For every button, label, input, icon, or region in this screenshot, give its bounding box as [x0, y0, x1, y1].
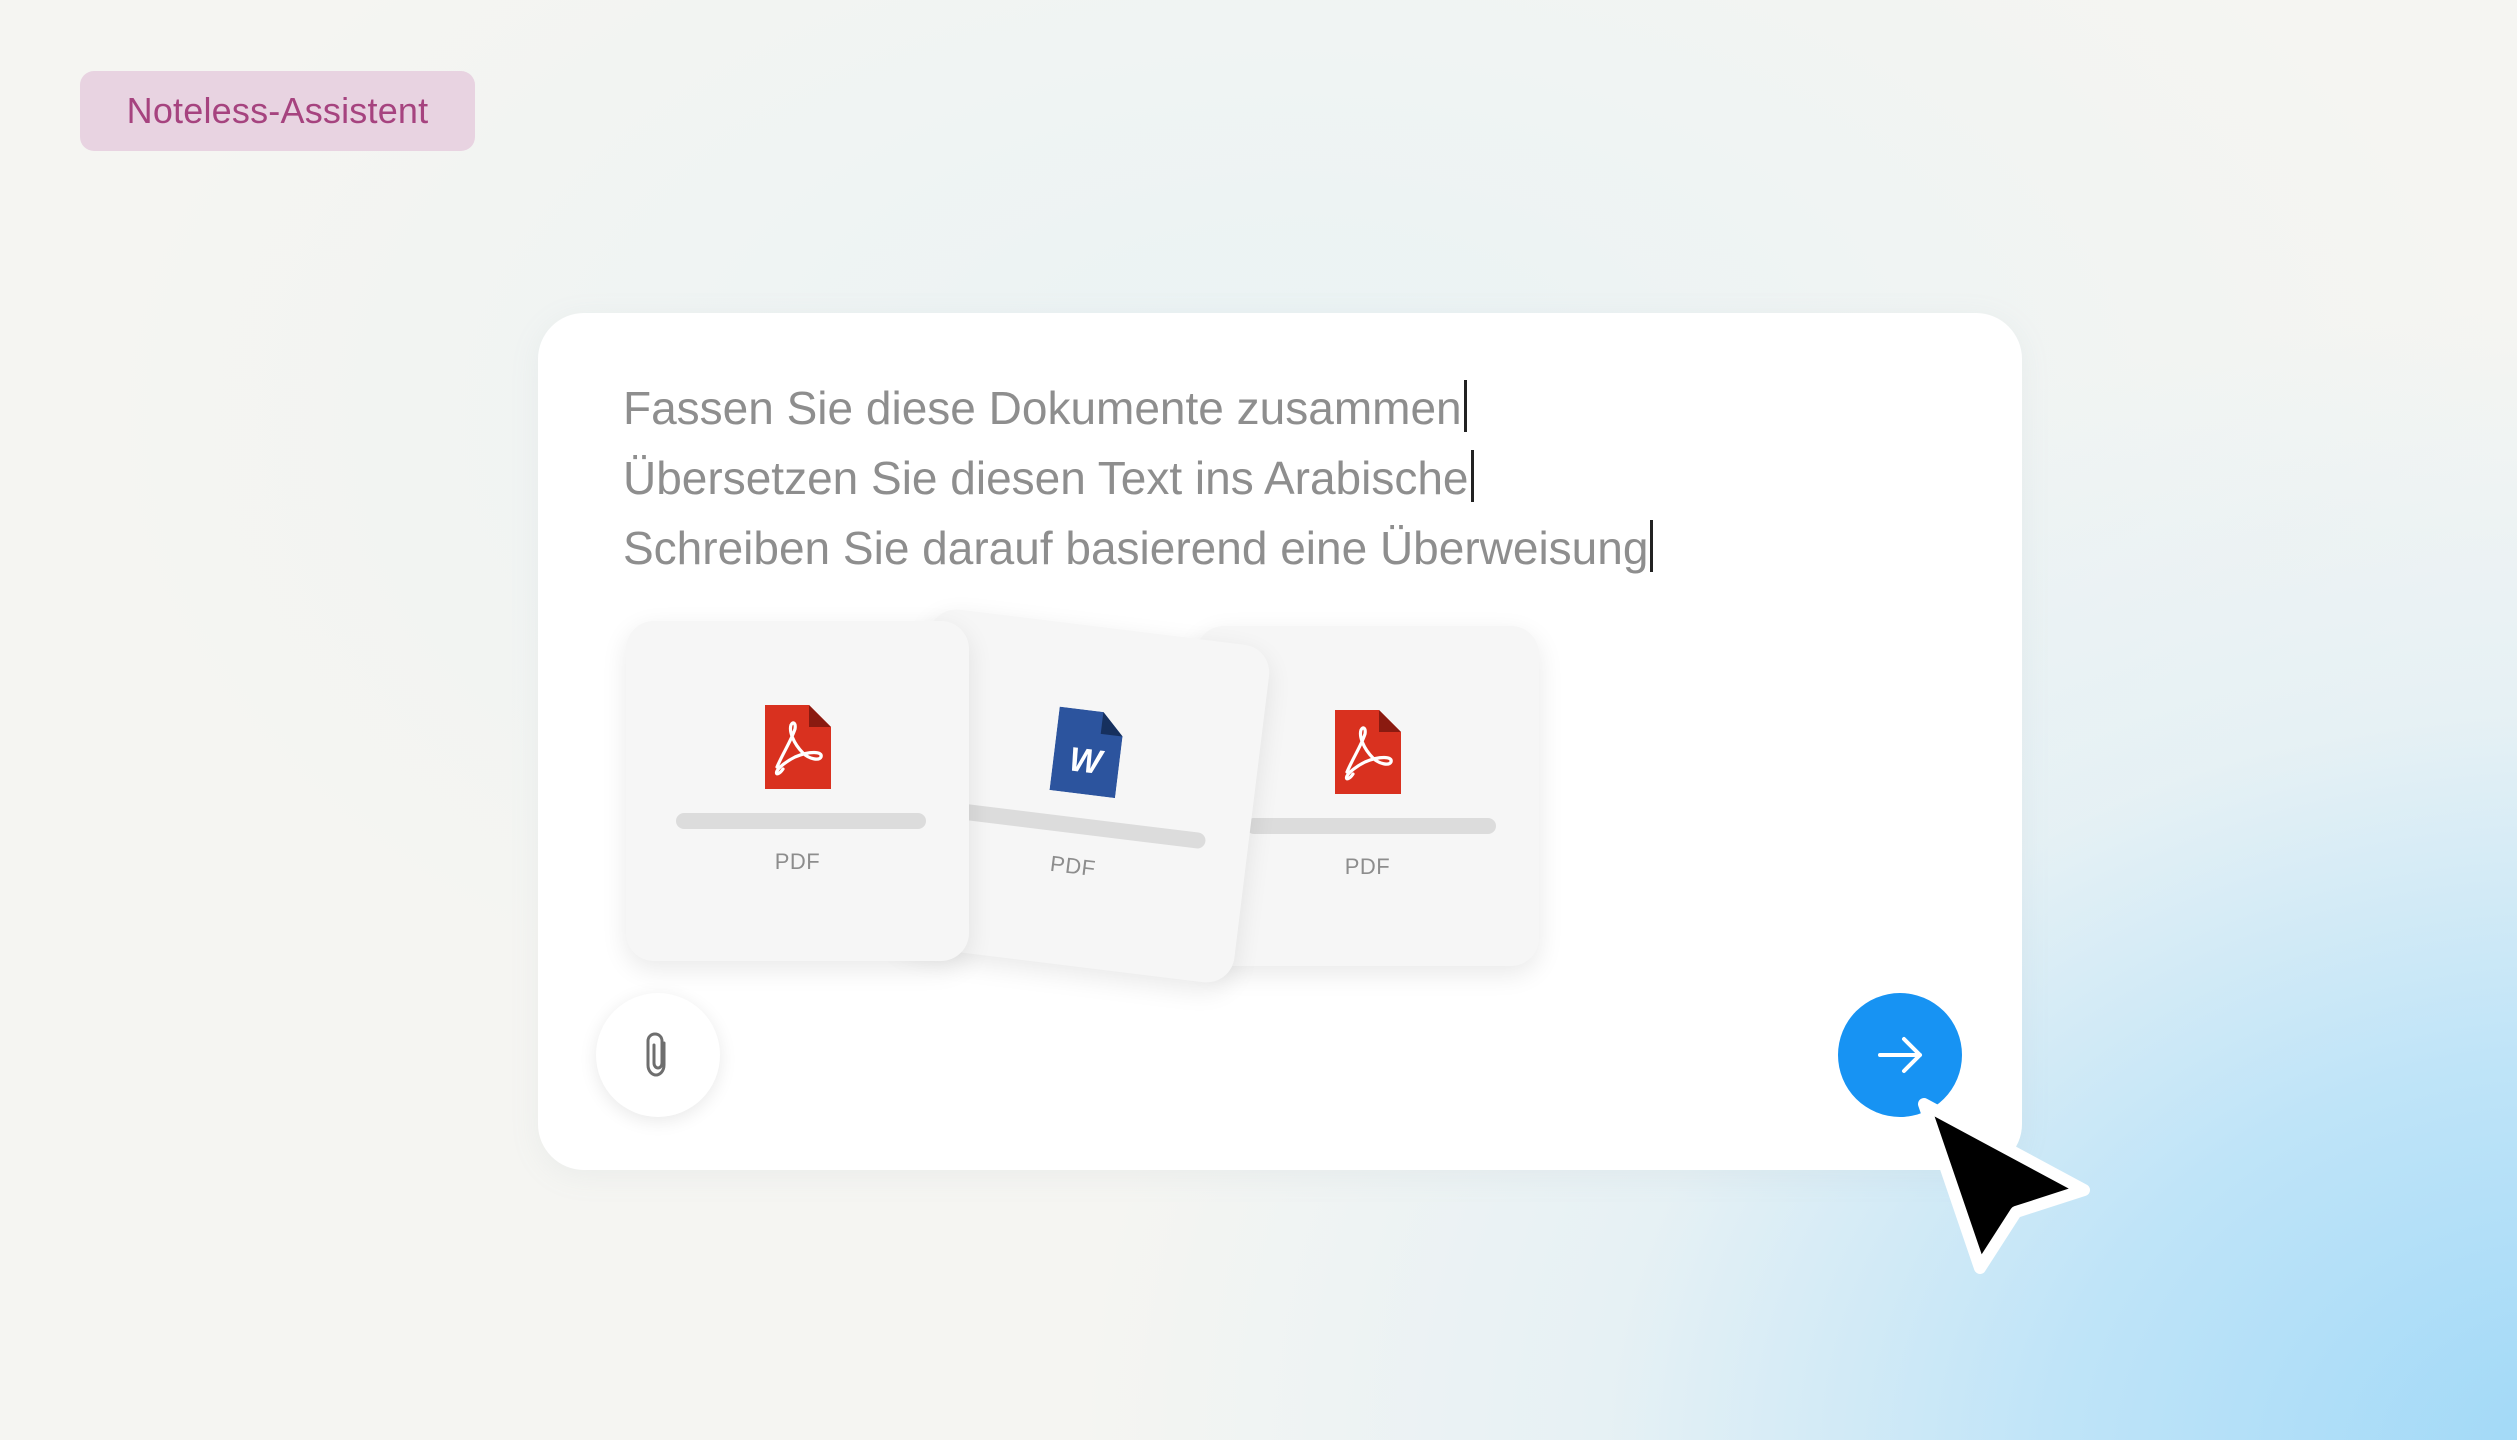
- pdf-icon: [765, 705, 831, 789]
- attach-button[interactable]: [596, 993, 720, 1117]
- prompt-card: Fassen Sie diese Dokumente zusammen Über…: [538, 313, 2022, 1170]
- prompt-line[interactable]: Übersetzen Sie diesen Text ins Arabische: [623, 443, 1653, 513]
- file-type-label: PDF: [774, 849, 821, 874]
- text-caret: [1650, 520, 1654, 572]
- file-name-placeholder-bar: [676, 813, 926, 829]
- mouse-pointer-icon: [1918, 1098, 2090, 1274]
- text-caret: [1470, 450, 1474, 502]
- assistant-badge-label: Noteless-Assistent: [126, 90, 429, 131]
- paperclip-icon: [646, 1032, 666, 1077]
- word-icon: W: [1049, 706, 1123, 799]
- assistant-badge: Noteless-Assistent: [80, 71, 475, 151]
- prompt-line[interactable]: Fassen Sie diese Dokumente zusammen: [623, 373, 1653, 443]
- attachment-card-pdf[interactable]: PDF: [626, 621, 969, 961]
- file-name-placeholder-bar: [956, 803, 1207, 850]
- text-caret: [1463, 380, 1467, 432]
- file-name-placeholder-bar: [1246, 818, 1496, 834]
- file-type-label: PDF: [1344, 854, 1391, 879]
- prompt-input[interactable]: Fassen Sie diese Dokumente zusammen Über…: [623, 373, 1654, 583]
- prompt-line[interactable]: Schreiben Sie darauf basierend eine Über…: [623, 513, 1654, 583]
- pdf-icon: [1335, 710, 1401, 794]
- arrow-right-icon: [1878, 1037, 1922, 1073]
